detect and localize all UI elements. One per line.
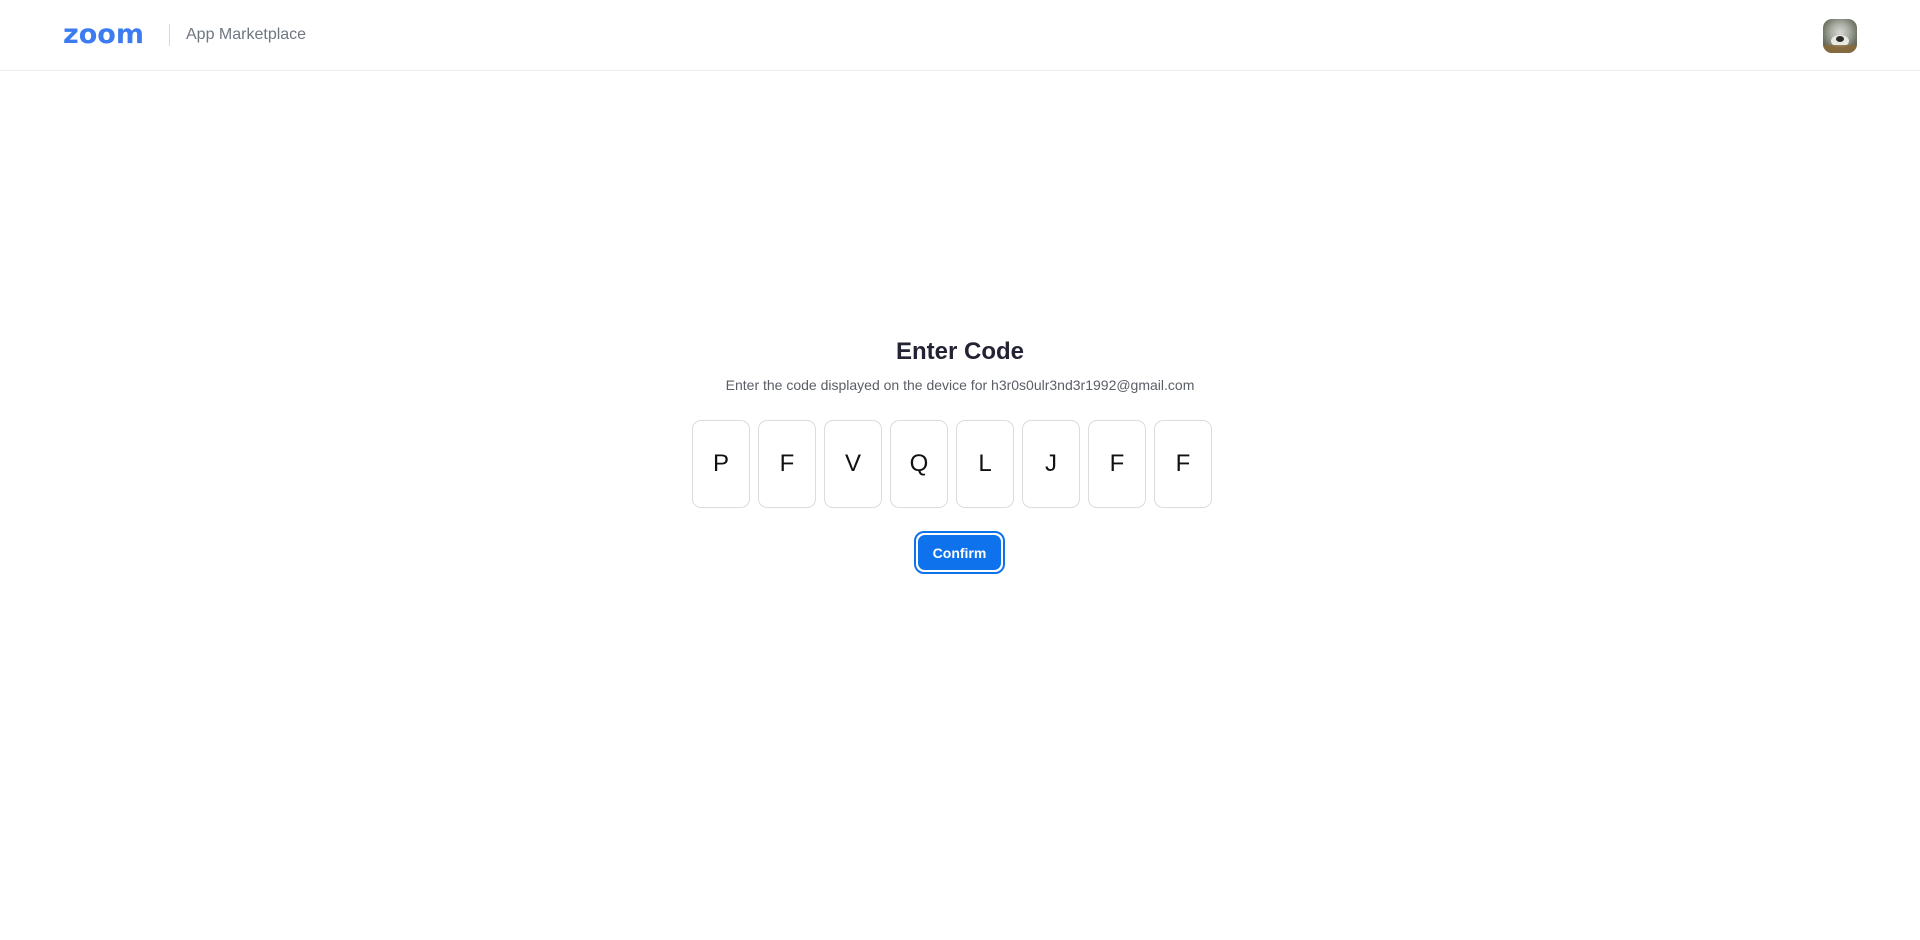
- zoom-logo[interactable]: zoom: [63, 21, 144, 49]
- confirm-button-focus-ring: Confirm: [914, 531, 1005, 574]
- user-avatar-icon[interactable]: [1823, 19, 1857, 53]
- avatar-image: [1823, 35, 1857, 53]
- header-divider: [169, 24, 170, 46]
- code-input-1[interactable]: [692, 420, 750, 508]
- top-navbar: zoom App Marketplace: [0, 0, 1920, 71]
- code-input-8[interactable]: [1154, 420, 1212, 508]
- zoom-logo-text: zoom: [63, 19, 144, 50]
- code-input-5[interactable]: [956, 420, 1014, 508]
- code-input-7[interactable]: [1088, 420, 1146, 508]
- code-input-group: [692, 420, 1212, 508]
- page-title: Enter Code: [895, 338, 1024, 365]
- instruction-text: Enter the code displayed on the device f…: [725, 377, 1195, 393]
- app-marketplace-link[interactable]: App Marketplace: [186, 25, 306, 45]
- enter-code-panel: Enter Code Enter the code displayed on t…: [0, 330, 1920, 395]
- page: zoom App Marketplace Enter Code Enter th…: [0, 0, 1920, 940]
- code-input-3[interactable]: [824, 420, 882, 508]
- confirm-button[interactable]: Confirm: [918, 535, 1001, 570]
- code-input-2[interactable]: [758, 420, 816, 508]
- code-input-6[interactable]: [1022, 420, 1080, 508]
- code-input-4[interactable]: [890, 420, 948, 508]
